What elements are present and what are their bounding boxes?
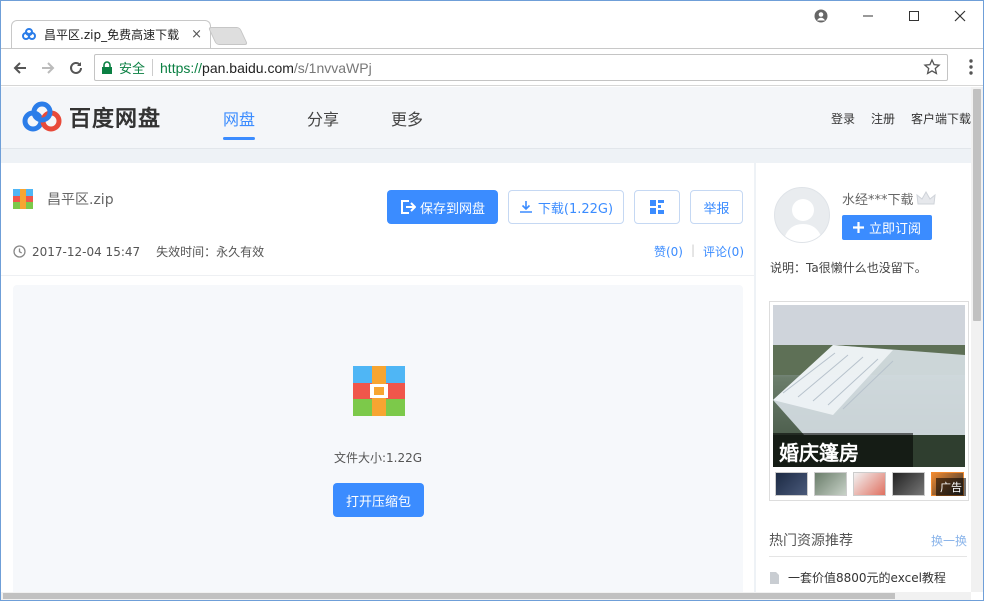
download-button-label: 下载(1.22G)	[537, 201, 614, 217]
file-panel: 昌平区.zip 保存到网盘 下载(1.22G) 举报 2017-12-04 15…	[1, 163, 754, 592]
minimize-icon[interactable]	[845, 1, 891, 31]
ad-thumbnail[interactable]	[892, 472, 925, 496]
menu-kebab-icon[interactable]	[969, 59, 973, 79]
profile-icon[interactable]	[798, 1, 844, 31]
like-link[interactable]: 赞(0)	[654, 243, 683, 260]
file-meta: 2017-12-04 15:47 失效时间：永久有效	[13, 243, 264, 260]
download-button[interactable]: 下载(1.22G)	[508, 190, 624, 224]
uploader-name[interactable]: 水经***下载	[842, 189, 914, 208]
client-download-link[interactable]: 客户端下载	[911, 110, 971, 127]
plus-icon	[852, 222, 864, 233]
user-links: 登录 注册 客户端下载	[815, 110, 971, 127]
ad-banner[interactable]: 婚庆篷房 广告	[769, 301, 969, 501]
baidu-pan-logo-icon	[22, 101, 62, 132]
file-size: 文件大小:1.22G	[333, 451, 423, 465]
clock-icon	[13, 245, 26, 258]
qrcode-button[interactable]	[634, 190, 680, 224]
uploader-name-row: 水经***下载	[842, 189, 936, 208]
logo-text: 百度网盘	[69, 107, 162, 132]
omnibox-separator	[152, 59, 154, 76]
secure-label: 安全	[119, 62, 146, 77]
save-to-pan-button[interactable]: 保存到网盘	[387, 190, 498, 224]
browser-window: 昌平区.zip_免费高速下载 × 安全 https:// pan.baidu.c…	[0, 0, 984, 601]
zip-file-icon	[13, 189, 33, 209]
tab-title: 昌平区.zip_免费高速下载	[44, 28, 180, 42]
address-bar[interactable]: 安全 https://pan.baidu.com/s/1nvvaWPj	[94, 54, 948, 81]
vertical-scrollbar[interactable]	[971, 87, 983, 592]
user-silhouette-icon	[783, 199, 823, 242]
browser-tab[interactable]: 昌平区.zip_免费高速下载 ×	[11, 20, 211, 48]
divider	[769, 556, 967, 557]
baidu-pan-favicon	[22, 27, 36, 40]
ad-thumbnail[interactable]	[814, 472, 847, 496]
login-link[interactable]: 登录	[831, 110, 855, 127]
file-name: 昌平区.zip	[47, 192, 114, 208]
site-header: 百度网盘 网盘 分享 更多 登录 注册 客户端下载	[1, 87, 971, 149]
feedback-links: 赞(0) | 评论(0)	[653, 243, 744, 260]
ad-thumbnail[interactable]	[853, 472, 886, 496]
bookmark-star-icon[interactable]	[923, 58, 941, 79]
report-button-label: 举报	[703, 201, 730, 217]
file-header: 昌平区.zip	[13, 189, 114, 209]
url-scheme: https://	[160, 59, 203, 76]
nav-item-more[interactable]: 更多	[391, 106, 423, 140]
horizontal-scrollbar-thumb[interactable]	[3, 593, 895, 599]
register-link[interactable]: 注册	[871, 110, 895, 127]
download-icon	[519, 201, 532, 213]
sidebar: 水经***下载 立即订阅 说明：Ta很懒什么也没留下。 婚庆篷房 广告 热门资源…	[756, 163, 971, 592]
subscribe-button[interactable]: 立即订阅	[842, 215, 932, 240]
tab-close-icon[interactable]: ×	[191, 27, 202, 42]
forward-icon[interactable]	[37, 57, 59, 79]
divider	[1, 275, 754, 276]
avatar[interactable]	[774, 187, 830, 243]
ad-title[interactable]: 婚庆篷房	[773, 433, 913, 467]
page-content: 百度网盘 网盘 分享 更多 登录 注册 客户端下载 昌平区.zip 保存到网盘 …	[1, 87, 971, 592]
close-window-icon[interactable]	[937, 1, 983, 31]
title-bar: 昌平区.zip_免费高速下载 ×	[1, 1, 983, 48]
hot-resources-title: 热门资源推荐	[769, 533, 853, 549]
maximize-icon[interactable]	[891, 1, 937, 31]
comment-link[interactable]: 评论(0)	[703, 243, 744, 260]
horizontal-scrollbar[interactable]	[1, 592, 971, 600]
uploader-description: 说明：Ta很懒什么也没留下。	[770, 261, 927, 275]
back-icon[interactable]	[9, 57, 31, 79]
list-item[interactable]: 一套价值8800元的excel教程	[769, 569, 946, 586]
url-path: /s/1nvvaWPj	[293, 59, 372, 76]
browser-toolbar: 安全 https://pan.baidu.com/s/1nvvaWPj	[1, 48, 983, 86]
url-host: pan.baidu.com	[202, 59, 294, 76]
document-icon	[770, 571, 779, 584]
reload-icon[interactable]	[65, 57, 87, 79]
lock-icon	[102, 60, 112, 74]
content-area: 昌平区.zip 保存到网盘 下载(1.22G) 举报 2017-12-04 15…	[1, 163, 971, 592]
refresh-link[interactable]: 换一换	[931, 532, 967, 549]
nav-item-share[interactable]: 分享	[307, 106, 339, 140]
crown-icon	[915, 190, 936, 204]
share-date: 2017-12-04 15:47	[32, 244, 141, 259]
file-preview: 文件大小:1.22G 打开压缩包	[13, 285, 743, 592]
new-tab-button[interactable]	[207, 27, 249, 45]
zip-archive-icon	[353, 366, 405, 416]
save-icon	[400, 200, 416, 214]
qrcode-icon	[650, 200, 664, 214]
save-button-label: 保存到网盘	[419, 201, 485, 217]
secure-indicator[interactable]: 安全	[101, 58, 145, 77]
expiry-text: 失效时间：永久有效	[156, 245, 265, 259]
list-item-label: 一套价值8800元的excel教程	[788, 571, 946, 585]
vertical-scrollbar-thumb[interactable]	[973, 89, 981, 321]
site-logo[interactable]: 百度网盘	[21, 101, 161, 133]
nav-item-netdisk[interactable]: 网盘	[223, 106, 256, 140]
main-nav: 网盘 分享 更多	[223, 106, 475, 140]
ad-tag: 广告	[936, 478, 966, 496]
ad-thumbnail[interactable]	[775, 472, 808, 496]
report-button[interactable]: 举报	[690, 190, 743, 224]
subscribe-label: 立即订阅	[868, 222, 921, 237]
open-archive-button[interactable]: 打开压缩包	[333, 483, 424, 517]
